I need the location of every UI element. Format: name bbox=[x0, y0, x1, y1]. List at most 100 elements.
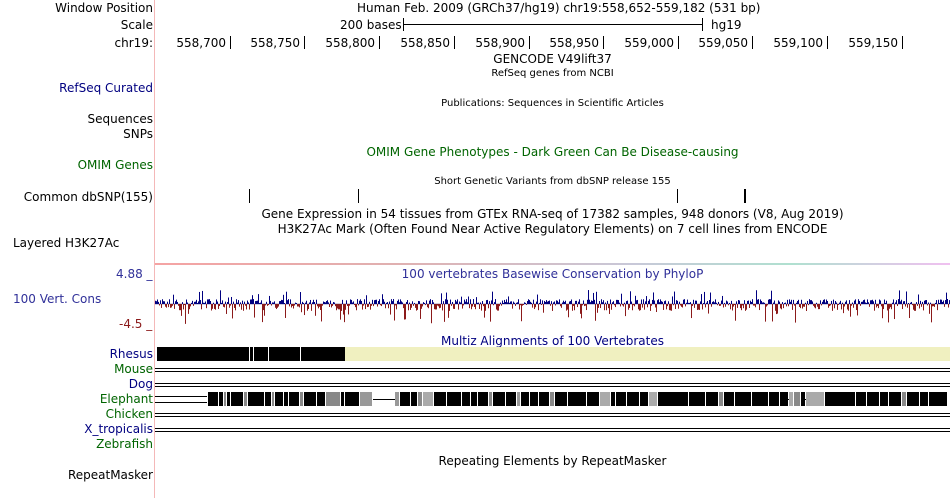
cons-bar bbox=[751, 302, 752, 304]
cons-bar bbox=[261, 300, 262, 304]
cons-bar bbox=[331, 304, 332, 308]
cons-bar bbox=[736, 301, 737, 304]
ruler-tick bbox=[752, 36, 753, 49]
cons-bar bbox=[661, 301, 662, 304]
cons-bar bbox=[249, 304, 250, 310]
snps-label[interactable]: SNPs bbox=[123, 127, 153, 141]
cons-bar bbox=[528, 299, 529, 304]
cons-bar bbox=[174, 304, 175, 309]
cons-bar bbox=[175, 301, 176, 304]
omim-genes-label[interactable]: OMIM Genes bbox=[78, 158, 153, 172]
snp-marker[interactable] bbox=[358, 189, 359, 203]
gtex-title[interactable]: Gene Expression in 54 tissues from GTEx … bbox=[155, 207, 950, 221]
cons-bar bbox=[351, 299, 352, 304]
cons-title[interactable]: 100 vertebrates Basewise Conservation by… bbox=[155, 267, 950, 281]
cons-bar bbox=[457, 299, 458, 304]
cons-bar bbox=[894, 304, 895, 320]
cons-bar bbox=[478, 302, 479, 304]
vert-cons-label[interactable]: 100 Vert. Cons bbox=[13, 292, 101, 306]
cons-bar bbox=[394, 304, 395, 321]
elephant-block bbox=[929, 392, 947, 406]
cons-bar bbox=[763, 302, 764, 304]
h3k27ac-title[interactable]: H3K27Ac Mark (Often Found Near Active Re… bbox=[155, 222, 950, 236]
sequences-label[interactable]: Sequences bbox=[88, 112, 153, 126]
publications-title[interactable]: Publications: Sequences in Scientific Ar… bbox=[155, 97, 950, 111]
ruler-tick-label: 558,950 bbox=[549, 36, 599, 50]
common-dbsnp155-label[interactable]: Common dbSNP(155) bbox=[24, 190, 153, 204]
cons-bar bbox=[258, 294, 259, 304]
cons-bar bbox=[576, 300, 577, 304]
species-label-dog[interactable]: Dog bbox=[129, 377, 153, 391]
omim-title[interactable]: OMIM Gene Phenotypes - Dark Green Can Be… bbox=[155, 145, 950, 159]
gencode-title[interactable]: GENCODE V49lift37 bbox=[155, 52, 950, 66]
cons-bar bbox=[198, 301, 199, 304]
multiz-title[interactable]: Multiz Alignments of 100 Vertebrates bbox=[155, 334, 950, 348]
layered-h3k27ac-label[interactable]: Layered H3K27Ac bbox=[13, 236, 119, 250]
cons-bar bbox=[312, 302, 313, 304]
rhesus-mismatch bbox=[253, 347, 254, 361]
species-label-rhesus[interactable]: Rhesus bbox=[110, 347, 153, 361]
cons-bar bbox=[239, 304, 240, 307]
cons-bar bbox=[526, 304, 527, 306]
cons-bar bbox=[380, 304, 381, 306]
cons-bar bbox=[205, 301, 206, 304]
cons-bar bbox=[577, 304, 578, 308]
cons-bar bbox=[610, 299, 611, 304]
cons-bar bbox=[805, 302, 806, 304]
cons-bar bbox=[670, 304, 671, 311]
species-label-chicken[interactable]: Chicken bbox=[106, 407, 153, 421]
cons-bar bbox=[755, 304, 756, 308]
cons-bar bbox=[738, 299, 739, 304]
species-label-elephant[interactable]: Elephant bbox=[100, 392, 153, 406]
snp-marker[interactable] bbox=[744, 189, 746, 203]
cons-bar bbox=[302, 301, 303, 304]
cons-bar bbox=[229, 304, 230, 308]
cons-bar bbox=[562, 302, 563, 304]
cons-bar bbox=[211, 304, 212, 311]
cons-bar bbox=[409, 302, 410, 304]
elephant-block bbox=[471, 392, 477, 406]
cons-bar bbox=[326, 301, 327, 304]
cons-bar bbox=[340, 304, 341, 320]
repeatmasker-title[interactable]: Repeating Elements by RepeatMasker bbox=[155, 454, 950, 468]
cons-bar bbox=[776, 304, 777, 315]
repeatmasker-label[interactable]: RepeatMasker bbox=[68, 468, 153, 482]
cons-bar bbox=[885, 302, 886, 304]
cons-bar bbox=[298, 304, 299, 307]
species-label-mouse[interactable]: Mouse bbox=[114, 362, 153, 376]
cons-bar bbox=[282, 300, 283, 304]
cons-bar bbox=[462, 304, 463, 309]
species-label-xtropicalis[interactable]: X_tropicalis bbox=[84, 422, 153, 436]
elephant-block bbox=[300, 392, 303, 406]
cons-bar bbox=[407, 300, 408, 304]
elephant-block bbox=[418, 392, 422, 406]
refseq-curated-label[interactable]: RefSeq Curated bbox=[59, 81, 153, 95]
cons-bar bbox=[925, 300, 926, 304]
cons-bar bbox=[515, 304, 516, 306]
cons-bar bbox=[220, 290, 221, 304]
cons-bar bbox=[668, 301, 669, 304]
cons-bar bbox=[665, 300, 666, 304]
cons-bar bbox=[899, 290, 900, 304]
cons-bar bbox=[357, 299, 358, 304]
cons-bar bbox=[768, 299, 769, 304]
elephant-block bbox=[224, 392, 226, 406]
cons-bar bbox=[557, 300, 558, 304]
cons-bar bbox=[533, 299, 534, 304]
cons-bar bbox=[865, 302, 866, 304]
cons-bar bbox=[676, 300, 677, 304]
cons-bar bbox=[448, 304, 449, 318]
chicken-row-line bbox=[155, 413, 950, 414]
species-label-zebrafish[interactable]: Zebrafish bbox=[96, 437, 153, 451]
cons-bar bbox=[750, 300, 751, 304]
snp-marker[interactable] bbox=[249, 189, 250, 203]
cons-bar bbox=[769, 299, 770, 304]
elephant-block bbox=[769, 392, 779, 406]
dbsnp155-title[interactable]: Short Genetic Variants from dbSNP releas… bbox=[155, 175, 950, 189]
cons-bar bbox=[546, 300, 547, 304]
cons-bar bbox=[622, 304, 623, 306]
cons-bar bbox=[434, 304, 435, 310]
snp-marker[interactable] bbox=[677, 189, 678, 203]
cons-bar bbox=[233, 301, 234, 304]
cons-bar bbox=[286, 291, 287, 304]
